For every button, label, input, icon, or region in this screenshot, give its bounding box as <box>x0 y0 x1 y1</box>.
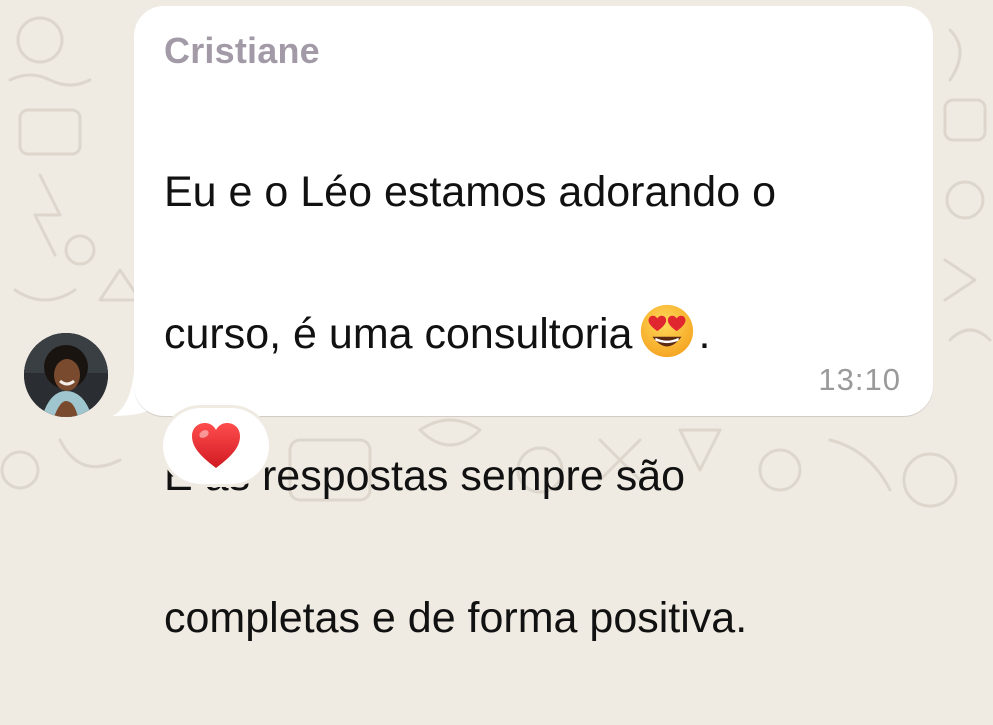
message-line-4: completas e de forma positiva. <box>164 594 748 642</box>
red-heart-icon <box>192 423 240 468</box>
sender-avatar[interactable] <box>24 333 108 417</box>
sender-name[interactable]: Cristiane <box>164 30 320 72</box>
message-line-1: Eu e o Léo estamos adorando o <box>164 168 776 216</box>
message-line-2-suffix: . <box>698 310 711 358</box>
reaction-badge[interactable] <box>163 408 269 484</box>
message-line-2-text: curso, é uma consultoria <box>164 310 633 358</box>
message-bubble[interactable]: Cristiane Eu e o Léo estamos adorando o … <box>134 6 933 642</box>
heart-eyes-emoji-icon <box>641 304 694 358</box>
message-line-2: curso, é uma consultoria . <box>164 299 904 370</box>
avatar-photo <box>24 333 108 417</box>
message-timestamp: 13:10 <box>818 362 901 397</box>
message-line-3: E as respostas sempre são <box>164 452 686 500</box>
message-text: Eu e o Léo estamos adorando o curso, é u… <box>164 86 904 725</box>
